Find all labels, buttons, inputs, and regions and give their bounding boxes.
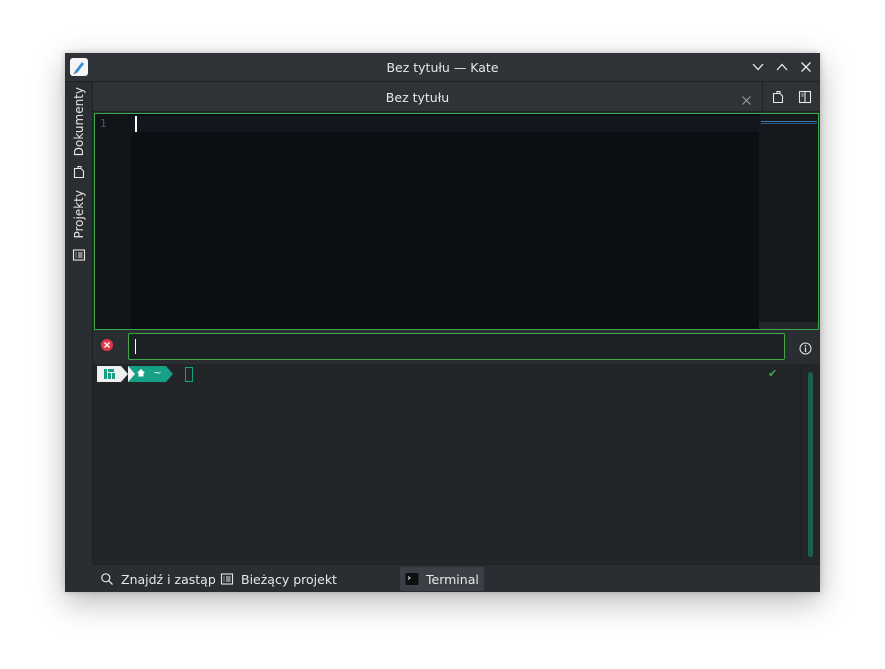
bottom-tab-terminal-label: Terminal: [426, 571, 479, 587]
minimap[interactable]: [759, 114, 818, 329]
error-close-icon[interactable]: [100, 337, 114, 356]
sidebar-tab-documents-label: Dokumenty: [72, 87, 86, 157]
search-icon: [101, 573, 113, 585]
document-tab-bar: Bez tytułu: [93, 82, 820, 112]
manjaro-logo-icon: [97, 366, 121, 382]
prompt-separator-end: [166, 366, 173, 382]
line-number: 1: [100, 117, 107, 130]
maximize-icon[interactable]: [774, 59, 790, 75]
minimize-icon[interactable]: [750, 59, 766, 75]
prompt-directory: ~: [153, 368, 162, 379]
project-list-icon: [72, 247, 86, 266]
window-title: Bez tytułu — Kate: [386, 60, 499, 75]
minimap-viewport: [761, 121, 817, 124]
line-number-gutter: 1: [95, 114, 131, 329]
prompt-separator: [121, 366, 128, 382]
sidebar-tab-documents[interactable]: Dokumenty: [67, 87, 91, 183]
tab-untitled[interactable]: Bez tytułu: [93, 82, 763, 112]
project-list-icon: [220, 573, 234, 585]
new-document-icon[interactable]: [771, 89, 785, 108]
document-icon: [72, 164, 86, 183]
command-input[interactable]: [128, 333, 785, 360]
terminal-status-check: ✔: [768, 367, 778, 380]
bottom-tab-terminal[interactable]: Terminal: [400, 567, 484, 591]
bottom-tab-search-replace[interactable]: Znajdź i zastąp: [95, 567, 221, 591]
editor-area[interactable]: 1: [94, 113, 819, 330]
terminal-cursor: [185, 367, 193, 382]
kate-window: Bez tytułu — Kate Dokumenty Projekty Bez: [65, 53, 820, 592]
title-bar: Bez tytułu — Kate: [65, 53, 820, 82]
prompt-separator-inner: [128, 366, 135, 382]
tab-untitled-label: Bez tytułu: [385, 90, 450, 105]
terminal-scrollbar-thumb[interactable]: [808, 372, 813, 557]
home-icon: [136, 368, 149, 379]
text-cursor: [135, 116, 137, 132]
command-caret: [135, 339, 136, 354]
tab-close-icon[interactable]: [741, 91, 752, 110]
minimap-scroll-area: [759, 322, 818, 329]
sidebar-tab-projects[interactable]: Projekty: [67, 190, 91, 266]
close-icon[interactable]: [798, 59, 814, 75]
left-sidebar: Dokumenty Projekty: [65, 82, 93, 564]
bottom-tab-current-project-label: Bieżący projekt: [241, 571, 337, 587]
current-line-highlight: [131, 116, 759, 132]
bottom-tab-current-project[interactable]: Bieżący projekt: [215, 567, 342, 591]
split-view-icon[interactable]: [798, 89, 812, 108]
terminal-panel[interactable]: ~ ✔: [93, 364, 820, 564]
bottom-tab-search-replace-label: Znajdź i zastąp: [121, 571, 216, 587]
info-icon[interactable]: [799, 340, 812, 359]
sidebar-tab-projects-label: Projekty: [72, 190, 86, 239]
command-bar: [93, 331, 820, 363]
bottom-toolbar: Znajdź i zastąp Bieżący projekt Terminal: [93, 564, 820, 592]
terminal-scrollbar[interactable]: [800, 364, 820, 564]
terminal-icon: [405, 573, 419, 585]
